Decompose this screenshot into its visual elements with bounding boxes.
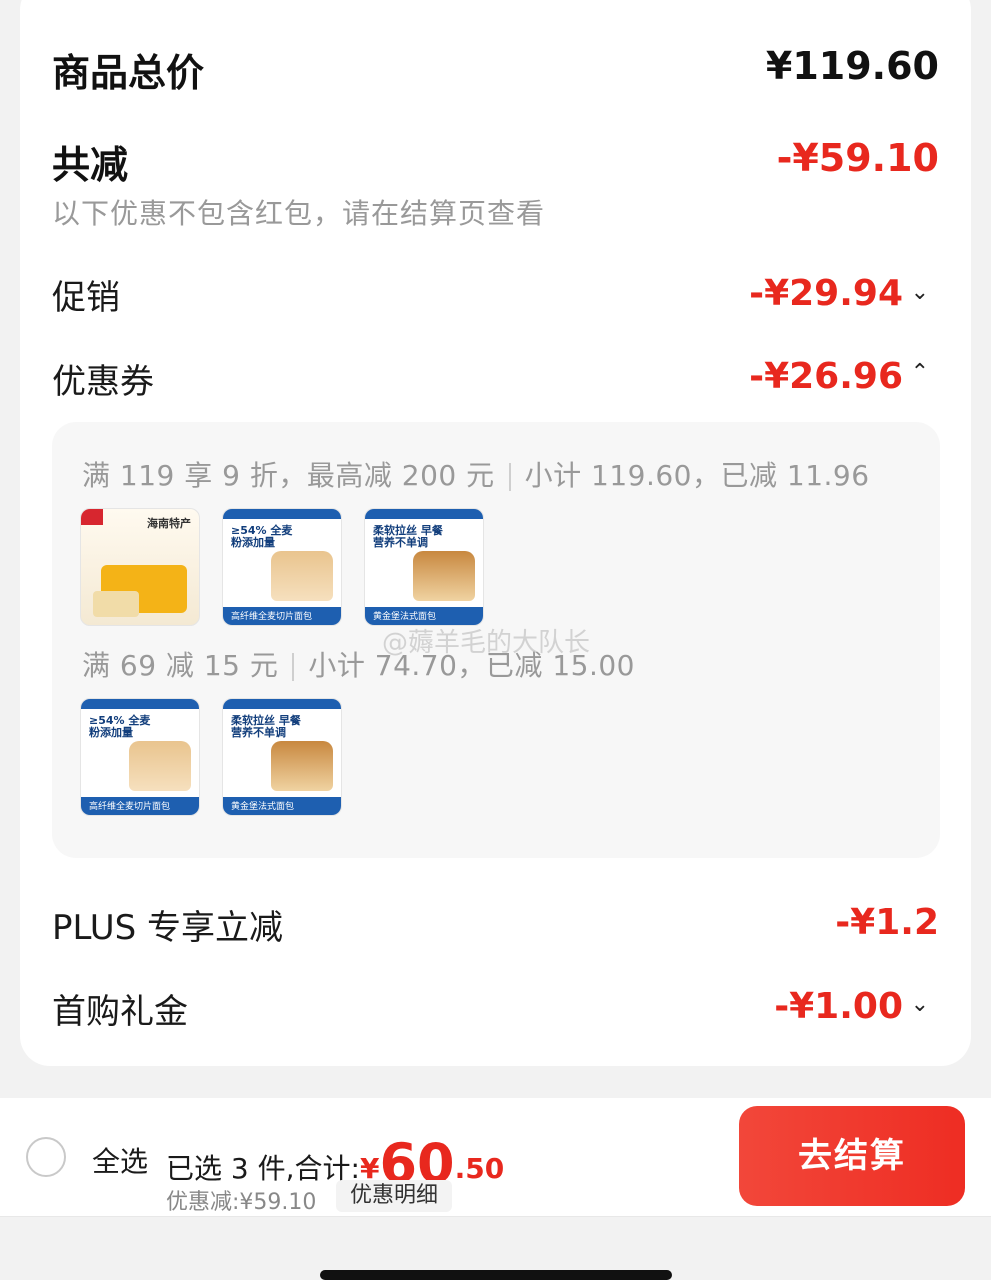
chevron-up-icon[interactable]: ⌃ bbox=[911, 360, 929, 385]
total-reduce-label: 共减 bbox=[52, 143, 129, 187]
bread-image bbox=[413, 551, 475, 601]
chevron-down-icon[interactable]: ⌄ bbox=[911, 992, 929, 1017]
product-thumb-head: 海南特产 bbox=[147, 517, 191, 530]
total-price-value: ¥119.60 bbox=[765, 44, 939, 88]
plus-value: -¥1.2 bbox=[835, 902, 939, 943]
divider bbox=[508, 463, 511, 491]
total-reduce-value: -¥59.10 bbox=[776, 136, 939, 180]
bread-image bbox=[129, 741, 191, 791]
first-gift-value: -¥1.00 bbox=[774, 986, 903, 1027]
product-thumb-foot: 黄金堡法式面包 bbox=[231, 802, 295, 812]
coupon-rule-1: 满 119 享 9 折，最高减 200 元小计 119.60，已减 11.96 bbox=[82, 454, 870, 494]
coupon-rule-text: 满 119 享 9 折，最高减 200 元 bbox=[82, 459, 495, 492]
select-all-radio[interactable] bbox=[26, 1137, 66, 1177]
product-cake-image bbox=[93, 591, 139, 617]
coupon-label: 优惠券 bbox=[52, 362, 154, 402]
product-thumb-head: ≥54% 全麦粉添加量 bbox=[231, 524, 293, 549]
reduce-note: 以下优惠不包含红包，请在结算页查看 bbox=[52, 197, 546, 230]
first-gift-label: 首购礼金 bbox=[52, 992, 188, 1032]
thumb-band bbox=[81, 699, 199, 709]
product-thumb-french-bread[interactable]: 柔软拉丝 早餐营养不单调 黄金堡法式面包 bbox=[364, 508, 484, 626]
watermark: @薅羊毛的大队长 bbox=[382, 628, 591, 658]
chevron-down-icon[interactable]: ⌄ bbox=[911, 280, 929, 305]
select-all-label[interactable]: 全选 bbox=[92, 1140, 148, 1180]
product-thumb-head: 柔软拉丝 早餐营养不单调 bbox=[231, 714, 301, 739]
bread-image bbox=[271, 551, 333, 601]
divider bbox=[292, 653, 295, 681]
checkout-button[interactable]: 去结算 bbox=[739, 1106, 965, 1206]
discount-detail-button[interactable]: 优惠明细 bbox=[336, 1180, 453, 1212]
coupon-value: -¥26.96 bbox=[749, 356, 903, 397]
coupon-detail-panel: 满 119 享 9 折，最高减 200 元小计 119.60，已减 11.96 … bbox=[52, 422, 940, 858]
checkout-bar: 全选 已选 3 件,合计:¥60.50 优惠减:¥59.10 优惠明细 去结算 bbox=[0, 1098, 991, 1216]
thumb-band bbox=[365, 509, 483, 519]
selected-count-text: 已选 3 件,合计: bbox=[166, 1152, 360, 1185]
promo-label: 促销 bbox=[52, 278, 120, 318]
home-indicator[interactable] bbox=[320, 1270, 672, 1280]
coupon-rule-text: 满 69 减 15 元 bbox=[82, 649, 279, 682]
product-thumb-foot: 高纤维全麦切片面包 bbox=[231, 612, 313, 622]
coupon-subtotal-text: 小计 119.60，已减 11.96 bbox=[524, 459, 870, 492]
product-thumb-head: ≥54% 全麦粉添加量 bbox=[89, 714, 151, 739]
plus-label: PLUS 专享立减 bbox=[52, 908, 284, 948]
promo-value: -¥29.94 bbox=[749, 273, 903, 314]
product-thumb-head: 柔软拉丝 早餐营养不单调 bbox=[373, 524, 443, 549]
bread-image bbox=[271, 741, 333, 791]
product-thumb-wholewheat-toast[interactable]: ≥54% 全麦粉添加量 高纤维全麦切片面包 bbox=[222, 508, 342, 626]
product-thumb-foot: 黄金堡法式面包 bbox=[373, 612, 437, 622]
total-price-label: 商品总价 bbox=[52, 51, 205, 95]
thumb-band bbox=[223, 699, 341, 709]
discount-summary: 优惠减:¥59.10 bbox=[166, 1190, 317, 1215]
product-thumb-foot: 高纤维全麦切片面包 bbox=[89, 802, 171, 812]
product-thumb-french-bread[interactable]: 柔软拉丝 早餐营养不单调 黄金堡法式面包 bbox=[222, 698, 342, 816]
product-thumb-coconut-bread[interactable]: 海南特产 bbox=[80, 508, 200, 626]
thumb-band bbox=[223, 509, 341, 519]
brand-logo bbox=[81, 509, 103, 525]
divider bbox=[0, 1216, 991, 1217]
product-thumb-wholewheat-toast[interactable]: ≥54% 全麦粉添加量 高纤维全麦切片面包 bbox=[80, 698, 200, 816]
total-amount-dec: .50 bbox=[454, 1152, 505, 1185]
